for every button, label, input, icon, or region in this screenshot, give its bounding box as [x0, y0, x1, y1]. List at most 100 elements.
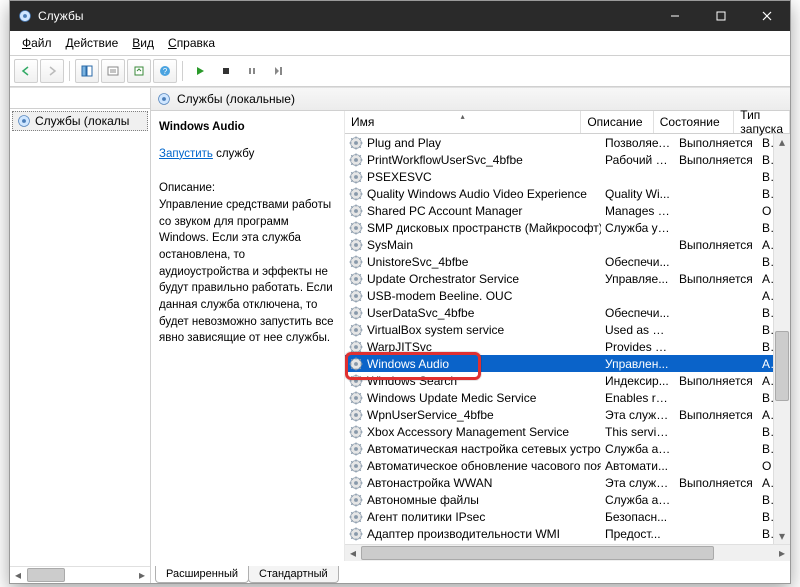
- service-row[interactable]: Quality Windows Audio Video ExperienceQu…: [345, 185, 790, 202]
- service-row[interactable]: VirtualBox system serviceUsed as a ...Вр…: [345, 321, 790, 338]
- service-description: Enables re...: [601, 391, 675, 405]
- service-row[interactable]: Xbox Accessory Management ServiceThis se…: [345, 423, 790, 440]
- tab-standard[interactable]: Стандартный: [248, 566, 339, 583]
- service-row[interactable]: Update Orchestrator ServiceУправляе...Вы…: [345, 270, 790, 287]
- service-description: Автомати...: [601, 459, 675, 473]
- service-description: Used as a ...: [601, 323, 675, 337]
- service-row[interactable]: Автоматическое обновление часового пояса…: [345, 457, 790, 474]
- stop-service-button[interactable]: [214, 59, 238, 83]
- menu-action[interactable]: Действие: [60, 34, 125, 52]
- menu-file[interactable]: Файл: [16, 34, 58, 52]
- gear-icon: [349, 306, 363, 320]
- toolbar-separator: [69, 61, 70, 81]
- tab-extended[interactable]: Расширенный: [155, 566, 249, 583]
- gear-icon: [349, 187, 363, 201]
- service-description: Служба ав...: [601, 493, 675, 507]
- service-row[interactable]: WarpJITSvcProvides a...Вручную: [345, 338, 790, 355]
- service-name: Автоматическое обновление часового пояса: [367, 459, 601, 473]
- service-status: Выполняется: [675, 476, 758, 490]
- titlebar[interactable]: Службы: [10, 1, 790, 31]
- gear-icon: [349, 459, 363, 473]
- description-label: Описание:: [159, 180, 334, 197]
- pane-title: Службы (локальные): [177, 92, 295, 106]
- service-row[interactable]: WpnUserService_4bfbeЭта служб...Выполняе…: [345, 406, 790, 423]
- service-row[interactable]: UnistoreSvc_4bfbeОбеспечи...Вручную: [345, 253, 790, 270]
- window-title: Службы: [38, 9, 83, 23]
- start-service-button[interactable]: [188, 59, 212, 83]
- service-row[interactable]: PSEXESVCВручную: [345, 168, 790, 185]
- menu-view[interactable]: Вид: [126, 34, 160, 52]
- service-description: Предост...: [601, 527, 675, 541]
- service-description: Управляе...: [601, 272, 675, 286]
- service-name: Адаптер производительности WMI: [367, 527, 560, 541]
- properties-button[interactable]: [101, 59, 125, 83]
- service-name: Windows Audio: [367, 357, 449, 371]
- service-status: Выполняется: [675, 136, 758, 150]
- help-button[interactable]: ?: [153, 59, 177, 83]
- selected-service-name: Windows Audio: [159, 119, 334, 136]
- service-row[interactable]: Адаптер производительности WMI Предост...…: [345, 525, 790, 542]
- gear-icon: [349, 221, 363, 235]
- service-name: Windows Search: [367, 374, 457, 388]
- service-name: SysMain: [367, 238, 413, 252]
- service-list: Plug and PlayПозволяет...ВыполняетсяВруч…: [345, 134, 790, 544]
- service-row[interactable]: SMP дисковых пространств (Майкрософт)Слу…: [345, 219, 790, 236]
- service-status: Выполняется: [675, 238, 758, 252]
- service-row[interactable]: Plug and PlayПозволяет...ВыполняетсяВруч…: [345, 134, 790, 151]
- service-description: Индексиp...: [601, 374, 675, 388]
- export-button[interactable]: [127, 59, 151, 83]
- maximize-button[interactable]: [698, 1, 744, 31]
- vertical-scrollbar[interactable]: ▴ ▾: [773, 134, 790, 544]
- service-row[interactable]: Windows SearchИндексиp...ВыполняетсяАвто…: [345, 372, 790, 389]
- column-header-description[interactable]: Описание: [581, 111, 653, 133]
- service-row[interactable]: Windows Update Medic ServiceEnables re..…: [345, 389, 790, 406]
- pause-service-button[interactable]: [240, 59, 264, 83]
- sort-indicator-icon: ▴: [461, 112, 465, 121]
- column-header-name[interactable]: Имя ▴: [345, 111, 581, 133]
- forward-button[interactable]: [40, 59, 64, 83]
- service-name: PrintWorkflowUserSvc_4bfbe: [367, 153, 523, 167]
- service-name: PSEXESVC: [367, 170, 432, 184]
- gear-icon: [349, 357, 363, 371]
- service-row[interactable]: Автонастройка WWANЭта служб...Выполняетс…: [345, 474, 790, 491]
- service-description: Служба ав...: [601, 442, 675, 456]
- service-row[interactable]: Автономные файлыСлужба ав...Вручную: [345, 491, 790, 508]
- horizontal-scrollbar[interactable]: ◂ ▸: [345, 544, 790, 561]
- gear-icon: [349, 323, 363, 337]
- minimize-button[interactable]: [652, 1, 698, 31]
- gear-icon: [349, 255, 363, 269]
- tree-horizontal-scrollbar[interactable]: ◂▸: [10, 566, 150, 583]
- show-hide-tree-button[interactable]: [75, 59, 99, 83]
- start-service-link[interactable]: Запустить: [159, 148, 213, 160]
- gear-icon: [349, 442, 363, 456]
- column-header-status[interactable]: Состояние: [654, 111, 735, 133]
- service-row[interactable]: SysMainВыполняетсяАвтоматиче: [345, 236, 790, 253]
- description-text: Управление средствами работы со звуком д…: [159, 197, 334, 347]
- service-row[interactable]: Windows AudioУправлен...Автоматиче: [345, 355, 790, 372]
- tree-item-services-local[interactable]: Службы (локалы: [12, 111, 148, 131]
- service-description: Безопасн...: [601, 510, 675, 524]
- gear-icon: [349, 238, 363, 252]
- service-row[interactable]: USB-modem Beeline. OUCАвтоматиче: [345, 287, 790, 304]
- gear-icon: [349, 493, 363, 507]
- close-button[interactable]: [744, 1, 790, 31]
- service-description: Эта служб...: [601, 476, 675, 490]
- service-row[interactable]: PrintWorkflowUserSvc_4bfbe Рабочий п...Вы…: [345, 151, 790, 168]
- service-name: WpnUserService_4bfbe: [367, 408, 494, 422]
- service-row[interactable]: UserDataSvc_4bfbeОбеспечи...Вручную: [345, 304, 790, 321]
- back-button[interactable]: [14, 59, 38, 83]
- service-description: Эта служб...: [601, 408, 675, 422]
- menu-help[interactable]: Справка: [162, 34, 221, 52]
- service-row[interactable]: Shared PC Account ManagerManages p...Отк…: [345, 202, 790, 219]
- restart-service-button[interactable]: [266, 59, 290, 83]
- service-description: Рабочий п...: [601, 153, 675, 167]
- column-header-startup[interactable]: Тип запуска: [734, 111, 790, 133]
- gear-icon: [157, 92, 171, 106]
- column-header-row: Имя ▴ Описание Состояние Тип запуска: [345, 111, 790, 134]
- tabbar: Расширенный Стандартный: [151, 561, 790, 583]
- gear-icon: [349, 204, 363, 218]
- service-row[interactable]: Автоматическая настройка сетевых устройс…: [345, 440, 790, 457]
- gear-icon: [349, 289, 363, 303]
- service-status: Выполняется: [675, 153, 758, 167]
- service-row[interactable]: Агент политики IPsecБезопасн...Вручную: [345, 508, 790, 525]
